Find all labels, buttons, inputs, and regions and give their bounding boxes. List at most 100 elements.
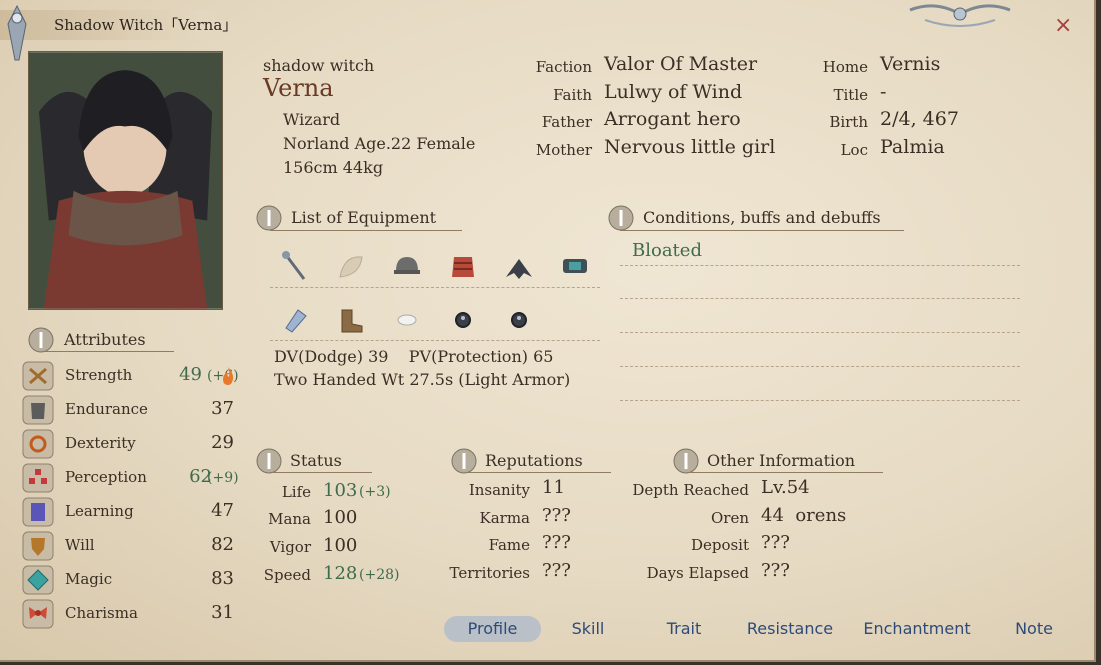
divider — [620, 400, 1020, 401]
attribute-value: 82 — [211, 534, 234, 555]
attribute-bonus: (+9) — [207, 470, 239, 486]
birth-value: 2/4, 467 — [880, 108, 959, 130]
father-value: Arrogant hero — [604, 108, 741, 130]
days-label: Days Elapsed — [646, 564, 749, 582]
divider — [620, 265, 1020, 266]
section-shield-icon — [28, 327, 54, 353]
character-class: Wizard — [283, 110, 341, 129]
attribute-label: Magic — [65, 570, 113, 588]
charisma-icon — [22, 599, 54, 629]
will-icon — [22, 531, 54, 561]
status-header: Status — [290, 451, 342, 470]
learning-icon — [22, 497, 54, 527]
dexterity-icon — [22, 429, 54, 459]
section-shield-icon — [256, 205, 282, 231]
life-label: Life — [281, 483, 311, 501]
vigor-label: Vigor — [269, 538, 311, 556]
home-value: Vernis — [880, 53, 941, 75]
character-sheet-panel: Shadow Witch「Verna」 × shadow witch Verna… — [0, 0, 1096, 662]
divider — [270, 230, 462, 231]
weight-line: Two Handed Wt 27.5s (Light Armor) — [274, 370, 571, 389]
divider — [687, 472, 883, 473]
dv-pv-line: DV(Dodge) 39 PV(Protection) 65 — [274, 347, 554, 366]
wings-icon[interactable] — [502, 249, 536, 283]
tab-profile[interactable]: Profile — [444, 616, 541, 642]
attribute-row-charisma: Charisma 31 — [22, 598, 252, 632]
tab-enchantment[interactable]: Enchantment — [858, 616, 976, 642]
mana-label: Mana — [268, 510, 311, 528]
deposit-value: ??? — [761, 532, 790, 553]
condition-item[interactable]: Bloated — [632, 240, 702, 261]
attributes-header: Attributes — [64, 330, 146, 349]
staff-icon[interactable] — [278, 249, 312, 283]
attribute-row-perception: Perception 62 (+9) — [22, 462, 252, 496]
tab-resistance[interactable]: Resistance — [740, 616, 840, 642]
corner-ornament-icon — [909, 4, 1011, 27]
insanity-value: 11 — [542, 477, 565, 498]
cloak-icon[interactable] — [334, 249, 368, 283]
divider — [620, 332, 1020, 333]
attribute-label: Strength — [65, 366, 133, 384]
ring-icon[interactable] — [502, 302, 536, 336]
attribute-row-endurance: Endurance 37 — [22, 394, 252, 428]
life-value: 103 — [323, 480, 358, 501]
speed-bonus: (+28) — [359, 567, 400, 583]
amulet-icon[interactable] — [390, 302, 424, 336]
depth-value: Lv.54 — [761, 477, 810, 498]
divider — [620, 230, 904, 231]
helmet-icon[interactable] — [390, 249, 424, 283]
attribute-row-learning: Learning 47 — [22, 496, 252, 530]
faith-value: Lulwy of Wind — [604, 81, 743, 103]
character-name: Verna — [263, 74, 334, 102]
karma-value: ??? — [542, 505, 571, 526]
attribute-value: 49 — [179, 364, 202, 385]
depth-label: Depth Reached — [632, 481, 749, 499]
boots-icon[interactable] — [334, 302, 368, 336]
character-portrait — [28, 51, 223, 310]
section-shield-icon — [608, 205, 634, 231]
attribute-value: 83 — [211, 568, 234, 589]
divider — [42, 351, 174, 352]
reputations-header: Reputations — [485, 451, 583, 470]
attribute-row-magic: Magic 83 — [22, 564, 252, 598]
territories-label: Territories — [449, 564, 530, 582]
tab-trait[interactable]: Trait — [654, 616, 714, 642]
attribute-row-strength: Strength 49 (+6) — [22, 360, 252, 394]
window-title: Shadow Witch「Verna」 — [0, 10, 248, 40]
divider — [270, 287, 600, 288]
armor-icon[interactable] — [446, 249, 480, 283]
attribute-value: 29 — [211, 432, 234, 453]
attribute-label: Endurance — [65, 400, 148, 418]
attribute-value: 31 — [211, 602, 234, 623]
attribute-label: Charisma — [65, 604, 138, 622]
faction-value: Valor Of Master — [604, 53, 758, 75]
equipment-row-1 — [278, 249, 592, 283]
home-label: Home — [822, 58, 868, 76]
attribute-row-dexterity: Dexterity 29 — [22, 428, 252, 462]
mother-value: Nervous little girl — [604, 136, 776, 158]
divider — [620, 298, 1020, 299]
tab-note[interactable]: Note — [1004, 616, 1064, 642]
character-role: shadow witch — [263, 56, 375, 75]
pin-ornament-icon — [7, 4, 27, 61]
perception-icon — [22, 463, 54, 493]
loc-value: Palmia — [880, 136, 945, 158]
tab-skill[interactable]: Skill — [558, 616, 618, 642]
close-button[interactable]: × — [1054, 14, 1074, 38]
loc-label: Loc — [840, 141, 868, 159]
conditions-header: Conditions, buffs and debuffs — [643, 208, 881, 227]
attribute-label: Learning — [65, 502, 134, 520]
belt-icon[interactable] — [558, 249, 592, 283]
gauntlet-icon[interactable] — [278, 302, 312, 336]
ring-icon[interactable] — [446, 302, 480, 336]
mother-label: Mother — [535, 141, 592, 159]
speed-value: 128 — [323, 563, 358, 584]
attribute-label: Perception — [65, 468, 147, 486]
insanity-label: Insanity — [468, 481, 530, 499]
deposit-label: Deposit — [690, 536, 749, 554]
territories-value: ??? — [542, 560, 571, 581]
divider — [270, 340, 600, 341]
faction-label: Faction — [535, 58, 592, 76]
equipment-header: List of Equipment — [291, 208, 437, 227]
vigor-value: 100 — [323, 535, 358, 556]
